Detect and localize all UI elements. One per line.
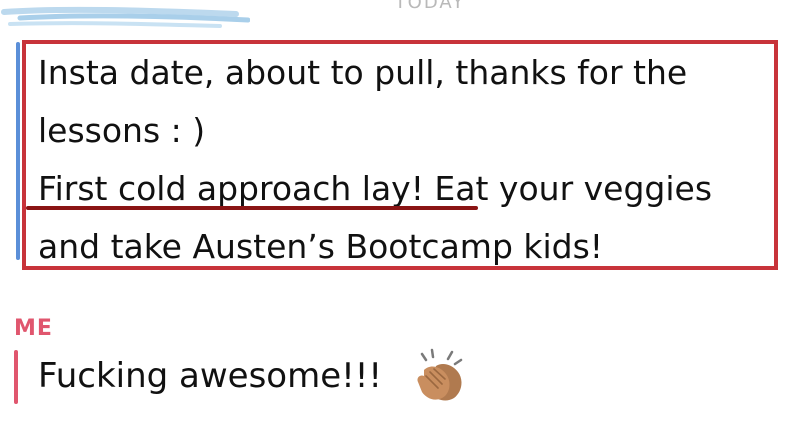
sender-label-me: ME <box>14 316 53 341</box>
chat-screen: TODAY Insta date, about to pull, thanks … <box>0 0 804 428</box>
redacted-contact-name <box>1 6 250 28</box>
incoming-message-text: Insta date, about to pull, thanks for th… <box>38 44 786 276</box>
clapping-hands-icon <box>417 348 463 401</box>
date-separator: TODAY <box>394 0 466 13</box>
message-line: Insta date, about to pull, thanks for th… <box>38 53 688 92</box>
message-line: lessons : ) <box>38 111 206 150</box>
outgoing-message-bar <box>14 350 18 404</box>
incoming-message-bar <box>16 42 20 260</box>
incoming-message: Insta date, about to pull, thanks for th… <box>14 40 784 270</box>
underline-annotation <box>26 206 478 210</box>
message-line: and take Austen’s Bootcamp kids! <box>38 227 604 266</box>
outgoing-message-text: Fucking awesome!!! <box>38 356 383 396</box>
